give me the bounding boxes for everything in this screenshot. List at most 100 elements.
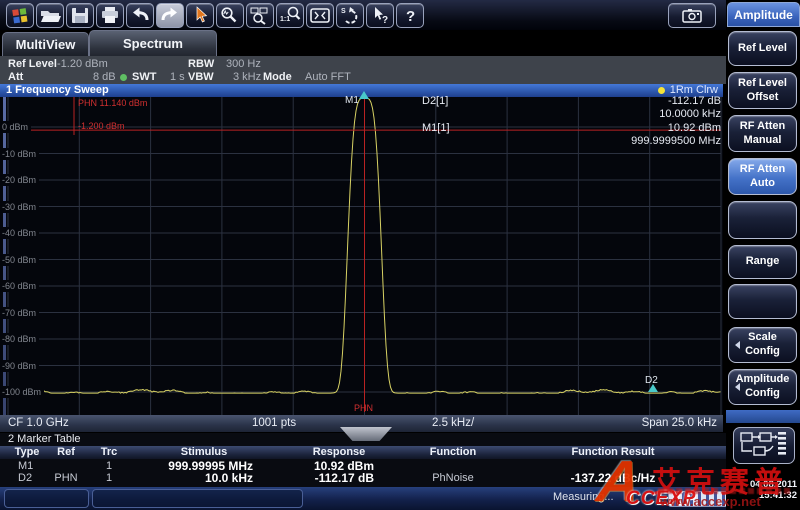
y-axis-label: -90 dBm [2,360,39,372]
mode-label: Mode [263,71,292,83]
swt-value[interactable]: 1 s [170,71,185,83]
softkey-blank-2[interactable] [728,284,797,319]
phn-axis-label: PHN [354,403,373,413]
tab-multiview[interactable]: MultiView [2,32,89,56]
ref-level-label: Ref Level [8,58,57,70]
select-pointer-icon[interactable] [186,3,214,28]
att-auto-indicator-icon [120,74,127,81]
col-trc: Trc [101,446,118,459]
softkey-rf-atten-auto[interactable]: RF Atten Auto [728,158,797,195]
mode-value[interactable]: Auto FFT [305,71,351,83]
softkey-blank-1[interactable] [728,201,797,239]
tab-bar: MultiView Spectrum [0,30,726,56]
softkey-scale-config[interactable]: Scale Config [728,327,797,363]
readout-m1-value: 10.92 dBm [668,122,721,134]
flowchart-icon [734,428,792,461]
toolbar: 1:1 S ? ? [0,0,726,30]
readout-d2-value: -112.17 dB [668,95,721,107]
marker-table-window: 2 Marker Table Type Ref Trc Stimulus Res… [0,433,732,487]
help-icon[interactable]: ? [396,3,424,28]
col-function: Function [430,446,476,459]
svg-text:1:1: 1:1 [280,16,290,23]
print-icon[interactable] [96,3,124,28]
marker-d2-icon[interactable] [648,384,658,392]
system-time: 15:41:32 [759,490,797,501]
softkey-amplitude-config[interactable]: Amplitude Config [728,369,797,405]
span-value[interactable]: Span 25.0 kHz [642,415,717,432]
y-axis-label: -50 dBm [2,254,39,266]
softkey-sidebar: Amplitude Ref Level Ref Level Offset RF … [726,0,800,510]
vbw-label: VBW [188,71,214,83]
display-config-button[interactable] [733,427,795,464]
display-setup-icon[interactable] [306,3,334,28]
marker-table-header: Type Ref Trc Stimulus Response Function … [0,446,732,459]
context-help-icon[interactable]: ? [366,3,394,28]
windows-logo-icon[interactable] [6,3,34,28]
att-value[interactable]: 8 dB [93,71,116,83]
status-box-center [92,489,303,508]
col-stimulus: Stimulus [181,446,227,459]
y-axis-label: 0 dBm [2,121,31,133]
softkey-menu-title: Amplitude [727,2,800,27]
spectrum-plot[interactable]: 0 dBm -10 dBm -20 dBm -30 dBm -40 dBm -5… [0,97,723,415]
ref-level-value[interactable]: -1.20 dBm [57,58,108,70]
svg-text:?: ? [382,15,388,26]
marker-m1-icon[interactable] [359,91,369,99]
sweep-points[interactable]: 1001 pts [252,415,296,432]
spectrum-analyzer-screen: 1:1 S ? ? MultiView Spectrum Ref Level -… [0,0,800,510]
marker-table-row-d2: D2 PHN 1 10.0 kHz -112.17 dB PhNoise -13… [0,472,732,484]
softkey-range[interactable]: Range [728,245,797,279]
trace1-dot-icon [658,87,665,94]
softkey-rf-atten-manual[interactable]: RF Atten Manual [728,115,797,152]
y-axis-label: -70 dBm [2,307,39,319]
swt-label: SWT [132,71,156,83]
phn-peak-label: PHN 11.140 dBm [78,98,147,108]
rbw-label: RBW [188,58,214,70]
readout-d2-name: D2[1] [422,95,448,107]
zoom-overview-icon[interactable] [246,3,274,28]
marker-m1-label: M1 [345,95,359,106]
sidebar-blue-divider [726,410,800,423]
col-type: Type [15,446,40,459]
sweep-progress-bar [668,491,734,507]
col-ref: Ref [57,446,75,459]
screenshot-camera-icon[interactable] [668,3,716,28]
scale-per-div[interactable]: 2.5 kHz/ [432,415,474,432]
col-response: Response [313,446,366,459]
undo-icon[interactable] [126,3,154,28]
zoom-icon[interactable] [216,3,244,28]
ref-level-line-label: -1.200 dBm [78,121,125,131]
y-axis-label: -20 dBm [2,174,39,186]
system-date: 04.08.2011 [750,479,797,490]
col-function-result: Function Result [571,446,654,459]
y-axis-label: -40 dBm [2,227,39,239]
marker-table-title: 2 Marker Table [8,433,81,446]
readout-d2-freq: 10.0000 kHz [659,108,721,120]
vbw-value[interactable]: 3 kHz [233,71,261,83]
spectrum-trace-svg [0,97,723,415]
window1-title: 1 Frequency Sweep [6,84,109,97]
redo-icon[interactable] [156,3,184,28]
y-axis-label: -10 dBm [2,148,39,160]
y-axis-label: -60 dBm [2,280,39,292]
readout-m1-freq: 999.9999500 MHz [631,135,721,147]
settings-bar: Ref Level -1.20 dBm RBW 300 Hz Att 8 dB … [0,56,726,84]
tab-spectrum[interactable]: Spectrum [89,30,217,56]
softkey-ref-level-offset[interactable]: Ref Level Offset [728,72,797,109]
y-axis-label: -80 dBm [2,333,39,345]
svg-text:?: ? [406,8,415,25]
y-axis-label: -30 dBm [2,201,39,213]
save-icon[interactable] [66,3,94,28]
status-bar: Measuring... [0,487,800,510]
zoom-1to1-icon[interactable]: 1:1 [276,3,304,28]
rbw-value[interactable]: 300 Hz [226,58,261,70]
open-file-icon[interactable] [36,3,64,28]
readout-m1-name: M1[1] [422,122,450,134]
att-label: Att [8,71,23,83]
svg-text:S: S [341,8,346,15]
softkey-ref-level[interactable]: Ref Level [728,31,797,66]
measuring-status: Measuring... [553,491,614,503]
sequencer-icon[interactable]: S [336,3,364,28]
status-box-left [4,489,89,508]
center-frequency[interactable]: CF 1.0 GHz [8,415,69,432]
